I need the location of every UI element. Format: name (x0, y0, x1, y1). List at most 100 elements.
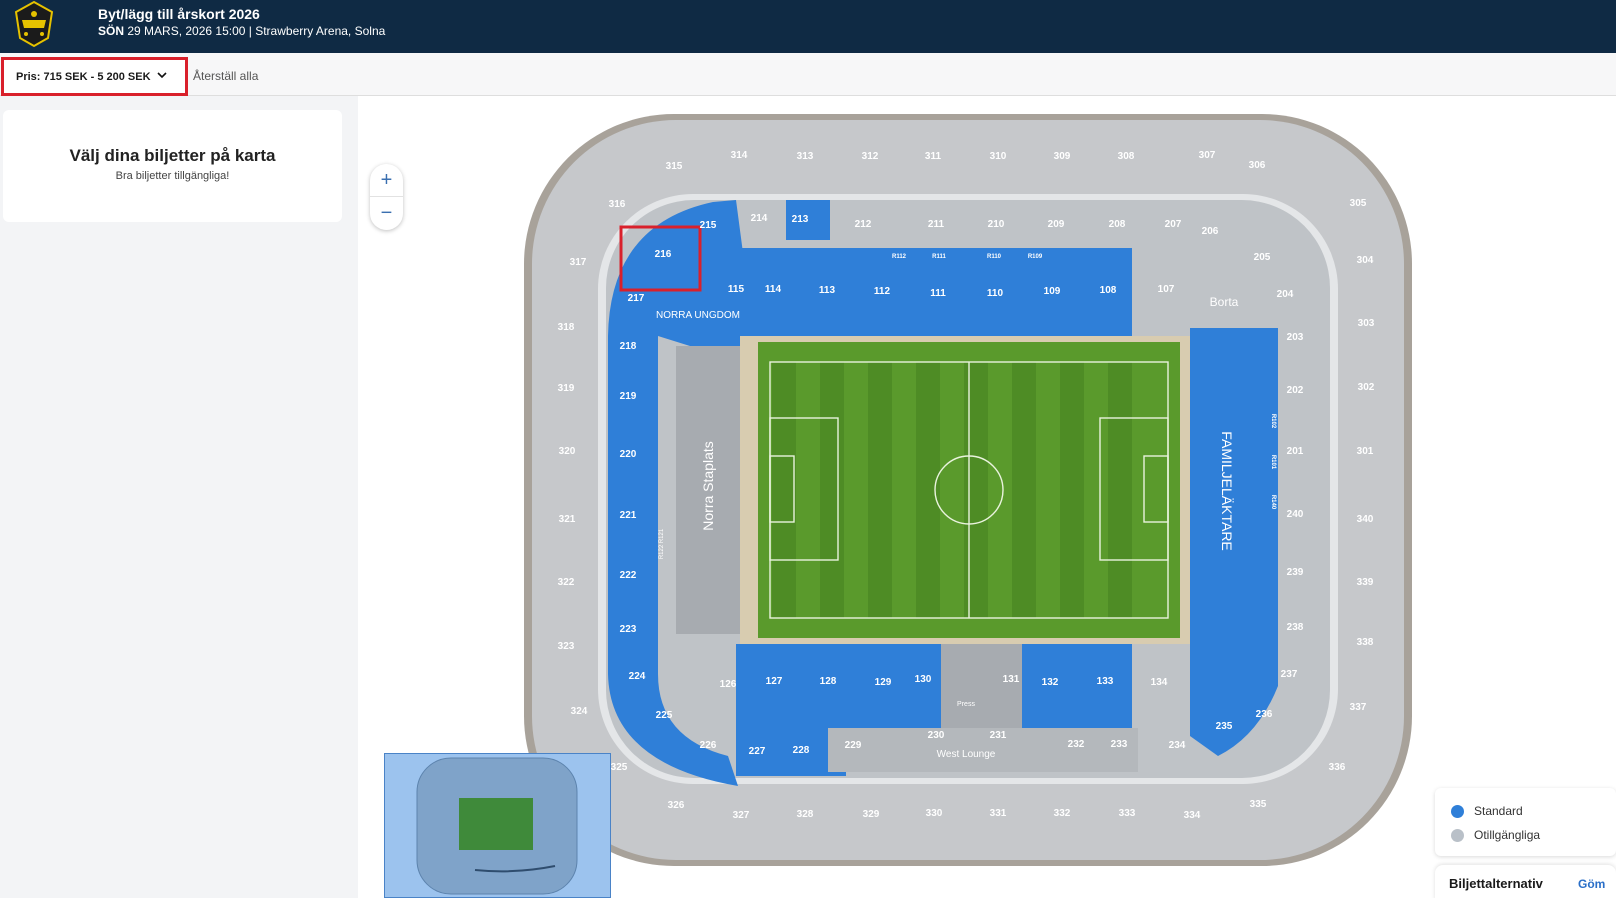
section-325[interactable]: 325 (611, 762, 628, 773)
row-label-R111[interactable]: R111 (932, 254, 946, 260)
section-320[interactable]: 320 (559, 446, 576, 457)
section-115[interactable]: 115 (728, 284, 745, 295)
section-108[interactable]: 108 (1100, 285, 1117, 296)
section-218[interactable]: 218 (620, 341, 637, 352)
section-134[interactable]: 134 (1151, 677, 1168, 688)
section-317[interactable]: 317 (570, 257, 587, 268)
price-filter-dropdown[interactable]: Pris: 715 SEK - 5 200 SEK (1, 57, 188, 96)
section-227[interactable]: 227 (749, 746, 766, 757)
south-east-blue-stand[interactable] (1022, 644, 1132, 729)
section-330[interactable]: 330 (926, 808, 943, 819)
section-212[interactable]: 212 (855, 219, 872, 230)
section-306[interactable]: 306 (1249, 160, 1266, 171)
section-208[interactable]: 208 (1109, 219, 1126, 230)
section-322[interactable]: 322 (558, 577, 575, 588)
zoom-in-button[interactable]: + (370, 164, 403, 197)
section-130[interactable]: 130 (915, 674, 932, 685)
section-236[interactable]: 236 (1256, 709, 1273, 720)
section-321[interactable]: 321 (559, 514, 576, 525)
section-217[interactable]: 217 (628, 293, 645, 304)
section-237[interactable]: 237 (1281, 669, 1298, 680)
section-331[interactable]: 331 (990, 808, 1007, 819)
zoom-out-button[interactable]: − (370, 197, 403, 230)
section-340[interactable]: 340 (1357, 514, 1374, 525)
section-308[interactable]: 308 (1118, 151, 1135, 162)
section-203[interactable]: 203 (1287, 332, 1304, 343)
section-323[interactable]: 323 (558, 641, 575, 652)
section-324[interactable]: 324 (571, 706, 588, 717)
section-113[interactable]: 113 (819, 285, 836, 296)
section-112[interactable]: 112 (874, 286, 891, 297)
section-326[interactable]: 326 (668, 800, 685, 811)
section-216[interactable]: 216 (655, 249, 672, 260)
section-303[interactable]: 303 (1358, 318, 1375, 329)
section-206[interactable]: 206 (1202, 226, 1219, 237)
section-313[interactable]: 313 (797, 151, 814, 162)
section-107[interactable]: 107 (1158, 284, 1175, 295)
minimap[interactable] (384, 753, 611, 898)
section-310[interactable]: 310 (990, 151, 1007, 162)
row-label-R112[interactable]: R112 (892, 254, 907, 260)
row-label-R110[interactable]: R110 (987, 254, 1002, 260)
section-210[interactable]: 210 (988, 219, 1005, 230)
section-314[interactable]: 314 (731, 150, 748, 161)
section-128[interactable]: 128 (820, 676, 837, 687)
section-307[interactable]: 307 (1199, 150, 1216, 161)
section-213[interactable]: 213 (792, 214, 809, 225)
section-311[interactable]: 311 (925, 151, 942, 162)
section-233[interactable]: 233 (1111, 739, 1128, 750)
section-226[interactable]: 226 (700, 740, 717, 751)
section-219[interactable]: 219 (620, 391, 637, 402)
section-228[interactable]: 228 (793, 745, 810, 756)
section-211[interactable]: 211 (928, 219, 945, 230)
section-114[interactable]: 114 (765, 284, 782, 295)
section-127[interactable]: 127 (766, 676, 783, 687)
section-215[interactable]: 215 (700, 220, 717, 231)
section-337[interactable]: 337 (1350, 702, 1367, 713)
section-329[interactable]: 329 (863, 809, 880, 820)
section-309[interactable]: 309 (1054, 151, 1071, 162)
section-302[interactable]: 302 (1358, 382, 1375, 393)
section-234[interactable]: 234 (1169, 740, 1186, 751)
section-129[interactable]: 129 (875, 677, 892, 688)
section-111[interactable]: 111 (930, 288, 946, 299)
section-328[interactable]: 328 (797, 809, 814, 820)
row-label-R109[interactable]: R109 (1028, 254, 1043, 260)
section-224[interactable]: 224 (629, 671, 646, 682)
section-235[interactable]: 235 (1216, 721, 1233, 732)
section-201[interactable]: 201 (1287, 446, 1304, 457)
section-222[interactable]: 222 (620, 570, 637, 581)
section-110[interactable]: 110 (987, 288, 1004, 299)
section-126[interactable]: 126 (720, 679, 737, 690)
section-338[interactable]: 338 (1357, 637, 1374, 648)
section-336[interactable]: 336 (1329, 762, 1346, 773)
section-109[interactable]: 109 (1044, 286, 1061, 297)
section-231[interactable]: 231 (990, 730, 1007, 741)
section-304[interactable]: 304 (1357, 255, 1374, 266)
hide-ticket-options-button[interactable]: Göm (1578, 877, 1605, 891)
section-334[interactable]: 334 (1184, 810, 1201, 821)
reset-all-link[interactable]: Återställ alla (193, 69, 258, 83)
section-132[interactable]: 132 (1042, 677, 1059, 688)
section-230[interactable]: 230 (928, 730, 945, 741)
section-131[interactable]: 131 (1003, 674, 1020, 685)
section-232[interactable]: 232 (1068, 739, 1085, 750)
section-315[interactable]: 315 (666, 161, 683, 172)
section-238[interactable]: 238 (1287, 622, 1304, 633)
section-316[interactable]: 316 (609, 199, 626, 210)
section-225[interactable]: 225 (656, 710, 673, 721)
section-318[interactable]: 318 (558, 322, 575, 333)
section-240[interactable]: 240 (1287, 509, 1304, 520)
section-301[interactable]: 301 (1357, 446, 1374, 457)
section-339[interactable]: 339 (1357, 577, 1374, 588)
section-209[interactable]: 209 (1048, 219, 1065, 230)
section-133[interactable]: 133 (1097, 676, 1114, 687)
section-305[interactable]: 305 (1350, 198, 1367, 209)
section-205[interactable]: 205 (1254, 252, 1271, 263)
section-327[interactable]: 327 (733, 810, 750, 821)
section-312[interactable]: 312 (862, 151, 879, 162)
section-221[interactable]: 221 (620, 510, 637, 521)
section-319[interactable]: 319 (558, 383, 575, 394)
section-220[interactable]: 220 (620, 449, 637, 460)
section-229[interactable]: 229 (845, 740, 862, 751)
